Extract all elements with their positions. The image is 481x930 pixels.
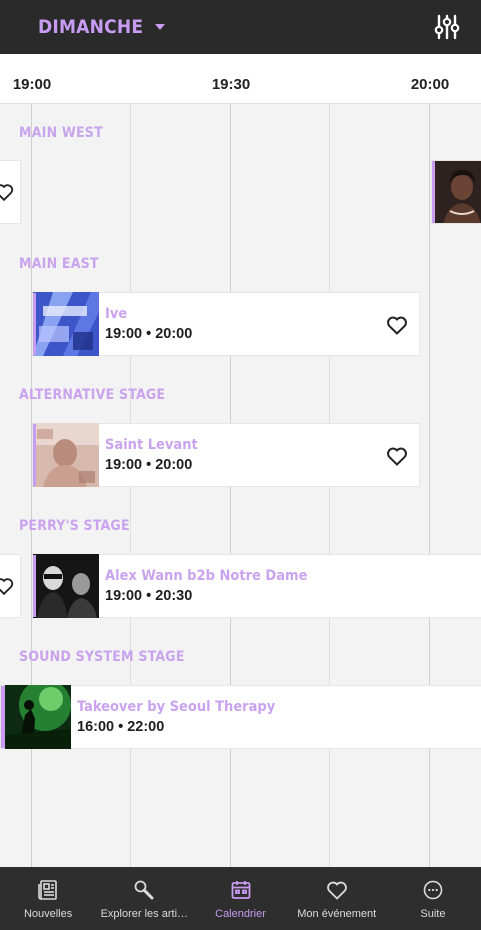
artist-thumbnail: [435, 161, 481, 223]
set-time: 16:00 • 22:00: [77, 719, 165, 735]
time-label: 19:00: [12, 76, 52, 93]
stage-label-perrys: PERRY'S STAGE: [19, 518, 130, 534]
artist-name: Takeover by Seoul Therapy: [77, 699, 276, 715]
performance-card[interactable]: Saint Levant 19:00 • 20:00: [32, 423, 420, 487]
stage-label-main-west: MAIN WEST: [19, 125, 103, 141]
nav-item-calendrier[interactable]: Calendrier: [192, 867, 288, 930]
card-accent: [1, 686, 5, 748]
chevron-down-icon: [155, 24, 166, 30]
performance-card-offscreen[interactable]: [0, 554, 21, 618]
calendar-icon: [231, 880, 250, 899]
day-label: DIMANCHE: [38, 16, 144, 38]
performance-card-offscreen[interactable]: [431, 160, 481, 224]
nav-label: Calendrier: [215, 907, 266, 920]
artist-thumbnail: [33, 292, 99, 356]
heart-icon[interactable]: [0, 575, 15, 597]
card-accent: [33, 293, 36, 355]
stage-label-sound-system: SOUND SYSTEM STAGE: [19, 649, 185, 665]
heart-icon[interactable]: [0, 181, 15, 203]
set-time: 19:00 • 20:00: [105, 457, 193, 473]
artist-thumbnail: [5, 685, 71, 749]
time-ruler[interactable]: 19:00 19:30 20:00: [0, 54, 481, 104]
artist-thumbnail: [33, 554, 99, 618]
newspaper-icon: [38, 879, 57, 900]
nav-item-nouvelles[interactable]: Nouvelles: [0, 867, 96, 930]
card-accent: [33, 555, 36, 617]
sliders-icon[interactable]: [433, 13, 461, 41]
nav-label: Mon événement: [297, 907, 377, 920]
performance-card[interactable]: Takeover by Seoul Therapy 16:00 • 22:00: [0, 685, 481, 749]
more-icon: [423, 880, 443, 899]
performance-card[interactable]: Alex Wann b2b Notre Dame 19:00 • 20:30: [32, 554, 481, 618]
stage-label-main-east: MAIN EAST: [19, 256, 99, 272]
artist-thumbnail: [33, 423, 99, 487]
search-icon: [134, 880, 154, 899]
card-accent: [33, 424, 36, 486]
time-label: 19:30: [211, 76, 251, 93]
nav-item-suite[interactable]: Suite: [385, 867, 481, 930]
schedule-grid[interactable]: MAIN WEST MAIN EAST Ive 19:00 • 20:00 AL…: [0, 104, 481, 867]
artist-name: Alex Wann b2b Notre Dame: [105, 568, 308, 584]
stage-label-alternative: ALTERNATIVE STAGE: [19, 387, 166, 403]
nav-label: Explorer les arti…: [100, 907, 189, 920]
nav-label: Nouvelles: [23, 907, 73, 920]
time-label: 20:00: [410, 76, 450, 93]
heart-icon: [326, 881, 347, 900]
performance-card[interactable]: Ive 19:00 • 20:00: [32, 292, 420, 356]
heart-icon[interactable]: [385, 444, 409, 468]
heart-icon[interactable]: [385, 313, 409, 337]
set-time: 19:00 • 20:30: [105, 588, 193, 604]
artist-name: Saint Levant: [105, 437, 198, 453]
top-bar: DIMANCHE: [0, 0, 481, 54]
grid-line: [429, 104, 430, 867]
bottom-nav: Nouvelles Explorer les arti… Calendrier: [0, 867, 481, 930]
set-time: 19:00 • 20:00: [105, 326, 193, 342]
nav-item-mon-evenement[interactable]: Mon événement: [289, 867, 385, 930]
nav-item-explorer[interactable]: Explorer les arti…: [96, 867, 192, 930]
nav-label: Suite: [420, 907, 446, 920]
performance-card-offscreen[interactable]: [0, 160, 21, 224]
day-selector[interactable]: DIMANCHE: [38, 16, 166, 38]
artist-name: Ive: [105, 306, 128, 322]
